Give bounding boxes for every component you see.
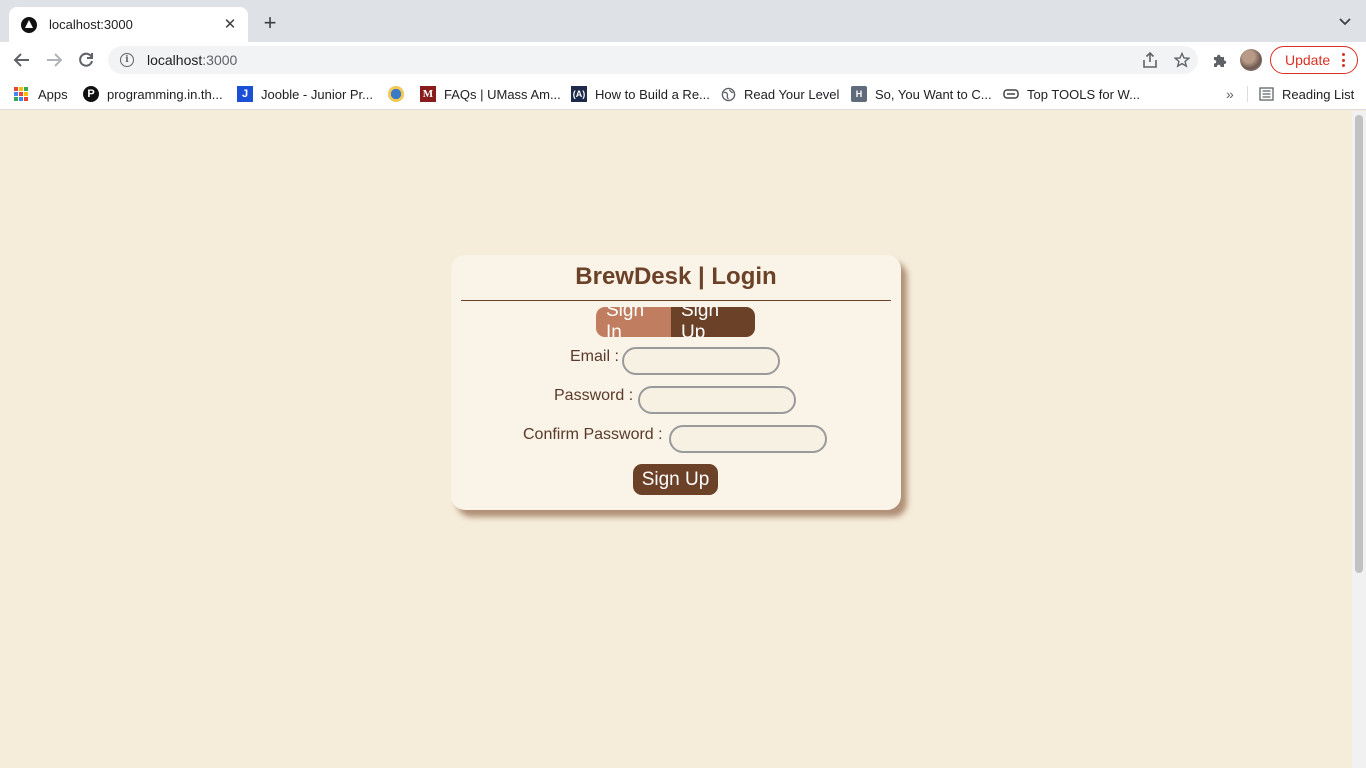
login-card: BrewDesk | Login Sign In Sign Up Email :… bbox=[451, 255, 901, 510]
page-viewport: BrewDesk | Login Sign In Sign Up Email :… bbox=[0, 111, 1352, 768]
bookmark-build[interactable]: (A) How to Build a Re... bbox=[571, 84, 710, 104]
bookmark-umass[interactable]: M FAQs | UMass Am... bbox=[420, 84, 561, 104]
bookmark-apps[interactable]: Apps bbox=[14, 84, 68, 104]
url-text[interactable]: localhost:3000 bbox=[147, 52, 237, 68]
m-logo-icon: M bbox=[420, 86, 436, 102]
password-label: Password : bbox=[554, 387, 634, 404]
globe-icon bbox=[720, 86, 736, 102]
password-field[interactable] bbox=[638, 386, 796, 414]
h-logo-icon: H bbox=[851, 86, 867, 102]
tab-title: localhost:3000 bbox=[49, 17, 133, 32]
bookmarks-divider bbox=[1247, 86, 1248, 102]
profile-avatar[interactable] bbox=[1240, 49, 1262, 71]
browser-toolbar: i localhost:3000 Update bbox=[0, 42, 1366, 78]
bookmark-label: programming.in.th... bbox=[107, 86, 223, 102]
site-info-icon[interactable]: i bbox=[120, 53, 134, 67]
tab-favicon-icon bbox=[21, 16, 37, 33]
p-logo-icon: P bbox=[83, 86, 99, 102]
new-tab-button[interactable]: + bbox=[259, 12, 281, 35]
bookmark-label: Apps bbox=[38, 86, 68, 102]
url-port: :3000 bbox=[202, 52, 238, 68]
page-scrollbar[interactable] bbox=[1352, 111, 1366, 768]
title-divider bbox=[461, 300, 891, 301]
bookmark-emblem[interactable] bbox=[388, 84, 412, 104]
forward-arrow-icon bbox=[47, 53, 63, 67]
forward-button[interactable] bbox=[42, 48, 66, 72]
reload-icon bbox=[79, 52, 93, 67]
tab-sign-up[interactable]: Sign Up bbox=[671, 307, 755, 337]
close-tab-icon[interactable]: ✕ bbox=[222, 16, 238, 33]
bookmark-programming[interactable]: P programming.in.th... bbox=[83, 84, 223, 104]
globe-emblem-icon bbox=[388, 86, 404, 102]
bookmarks-bar: Apps P programming.in.th... J Jooble - J… bbox=[0, 78, 1366, 110]
extensions-puzzle-icon[interactable] bbox=[1208, 48, 1232, 72]
j-logo-icon: J bbox=[237, 86, 253, 102]
bookmark-label: Jooble - Junior Pr... bbox=[261, 86, 373, 102]
bookmark-read-level[interactable]: Read Your Level bbox=[720, 84, 839, 104]
email-field[interactable] bbox=[622, 347, 780, 375]
page-title: BrewDesk | Login bbox=[575, 263, 777, 290]
tab-search-chevron-icon[interactable] bbox=[1338, 15, 1352, 29]
back-arrow-icon bbox=[13, 53, 29, 67]
scrollbar-thumb[interactable] bbox=[1355, 115, 1363, 573]
bookmark-label: FAQs | UMass Am... bbox=[444, 86, 561, 102]
apps-grid-icon bbox=[14, 87, 28, 101]
bookmark-jooble[interactable]: J Jooble - Junior Pr... bbox=[237, 84, 373, 104]
bookmark-so-you-want[interactable]: H So, You Want to C... bbox=[851, 84, 992, 104]
bookmark-top-tools[interactable]: Top TOOLS for W... bbox=[1003, 84, 1140, 104]
reading-list-label: Reading List bbox=[1282, 86, 1355, 102]
bookmark-star-icon[interactable] bbox=[1166, 46, 1198, 74]
confirm-password-field[interactable] bbox=[669, 425, 827, 453]
browser-tab[interactable]: localhost:3000 ✕ bbox=[9, 7, 248, 42]
a-logo-icon: (A) bbox=[571, 86, 587, 102]
share-icon[interactable] bbox=[1134, 46, 1166, 74]
back-button[interactable] bbox=[10, 48, 34, 72]
email-label: Email : bbox=[570, 348, 619, 365]
reload-button[interactable] bbox=[74, 48, 98, 72]
tab-sign-in[interactable]: Sign In bbox=[596, 307, 671, 337]
bookmark-label: How to Build a Re... bbox=[595, 86, 710, 102]
url-host: localhost bbox=[147, 52, 203, 68]
reading-list-button[interactable]: Reading List bbox=[1258, 84, 1354, 104]
sign-up-submit-button[interactable]: Sign Up bbox=[633, 464, 718, 495]
auth-mode-toggle: Sign In Sign Up bbox=[596, 307, 755, 337]
bookmark-label: So, You Want to C... bbox=[875, 86, 992, 102]
tab-strip: localhost:3000 ✕ + bbox=[0, 0, 1366, 42]
bookmark-label: Read Your Level bbox=[744, 86, 840, 102]
more-menu-icon[interactable] bbox=[1342, 53, 1346, 67]
update-button[interactable]: Update bbox=[1270, 46, 1358, 74]
address-bar[interactable]: i localhost:3000 bbox=[108, 46, 1198, 74]
tools-icon bbox=[1003, 86, 1019, 102]
update-label: Update bbox=[1285, 52, 1331, 68]
reading-list-icon bbox=[1258, 86, 1274, 102]
bookmarks-overflow-icon[interactable]: » bbox=[1226, 86, 1234, 102]
bookmark-label: Top TOOLS for W... bbox=[1027, 86, 1140, 102]
confirm-password-label: Confirm Password : bbox=[523, 426, 663, 443]
